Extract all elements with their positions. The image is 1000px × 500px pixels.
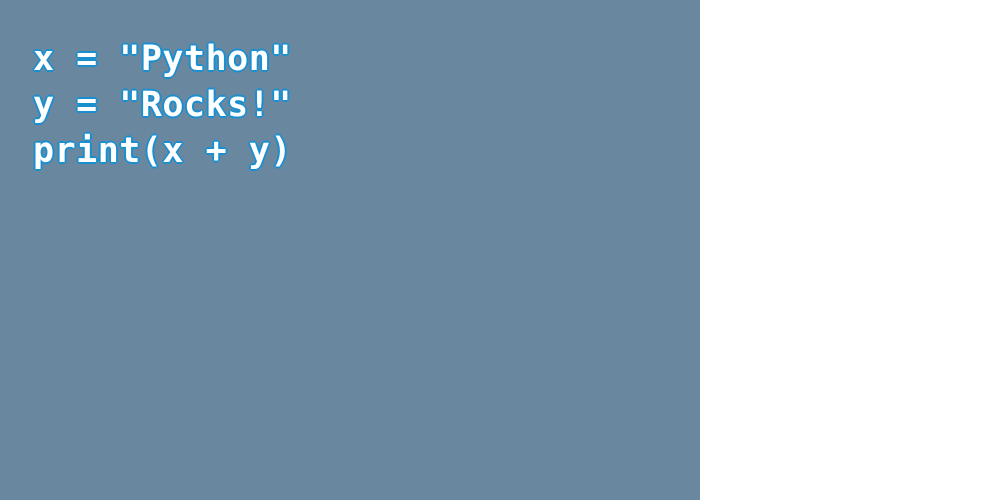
code-panel: x = "Python" y = "Rocks!" print(x + y) bbox=[0, 0, 700, 500]
code-line-3: print(x + y) bbox=[33, 131, 292, 171]
code-line-2: y = "Rocks!" bbox=[33, 85, 292, 125]
blank-area bbox=[700, 0, 1000, 500]
canvas: x = "Python" y = "Rocks!" print(x + y) bbox=[0, 0, 1000, 500]
code-line-1: x = "Python" bbox=[33, 39, 292, 79]
